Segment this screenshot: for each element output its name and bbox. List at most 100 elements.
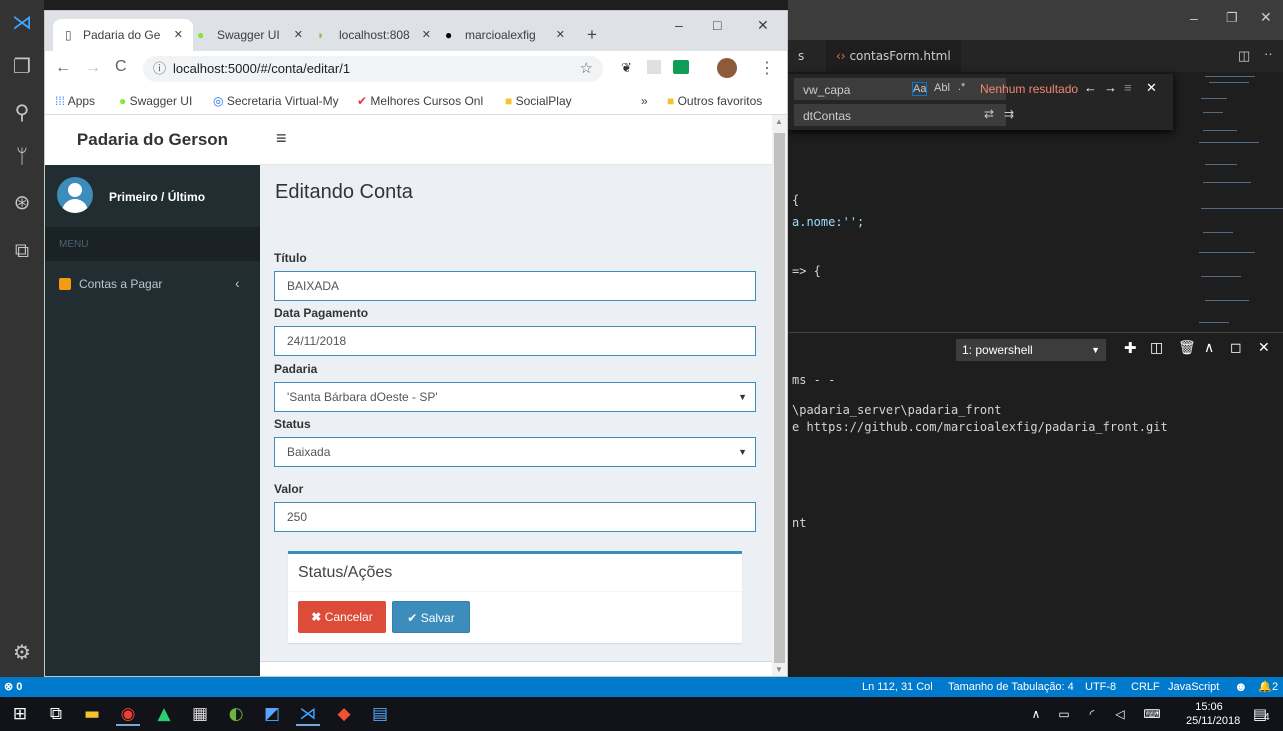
match-case-toggle[interactable]: Aa (912, 82, 928, 96)
replace-all-icon[interactable]: ⇉ (1004, 107, 1014, 121)
scrollbar-thumb[interactable] (774, 133, 785, 663)
bookmark-outros[interactable]: ■ Outros favoritos (667, 87, 762, 115)
editor-tab-left[interactable]: s (788, 40, 814, 72)
prev-match-icon[interactable]: ← (1084, 80, 1097, 95)
address-bar[interactable]: ⓘ localhost:5000/#/conta/editar/1 ☆ (143, 56, 603, 82)
bookmark-socialplay[interactable]: ■ SocialPlay (505, 87, 572, 115)
more-actions-icon[interactable]: ·· (1264, 46, 1273, 61)
git-icon[interactable]: ◆ (332, 702, 356, 726)
file-explorer-icon[interactable]: ▬ (80, 702, 104, 726)
bookmarks-overflow[interactable]: » (641, 87, 648, 115)
volume-icon[interactable]: ◁ (1108, 702, 1132, 726)
status-language[interactable]: JavaScript (1168, 677, 1219, 697)
status-tab-size[interactable]: Tamanho de Tabulação: 4 (948, 677, 1074, 697)
minimize-button[interactable]: – (675, 17, 683, 33)
valor-input[interactable]: 250 (274, 502, 756, 532)
split-terminal-icon[interactable]: ◫ (1150, 339, 1163, 356)
status-encoding[interactable]: UTF-8 (1085, 677, 1116, 697)
browser-tab-github[interactable]: ● marcioalexfig ✕ (439, 19, 573, 51)
close-tab-icon[interactable]: ✕ (174, 19, 183, 51)
toggle-panel-icon[interactable]: ◻ (1230, 339, 1242, 356)
keyboard-icon[interactable]: ⌨ (1140, 702, 1164, 726)
task-view-icon[interactable]: ⧉ (44, 702, 68, 726)
browser-tab-swagger[interactable]: ● Swagger UI ✕ (193, 19, 311, 51)
replace-input[interactable]: dtContas (794, 104, 1006, 126)
browser-tab-padaria[interactable]: ▯ Padaria do Ge ✕ (53, 19, 193, 51)
close-icon[interactable]: ✕ (1260, 9, 1272, 26)
explorer-icon[interactable]: ❐ (6, 50, 38, 82)
close-tab-icon[interactable]: ✕ (294, 19, 303, 51)
restore-icon[interactable]: ❐ (1226, 10, 1238, 26)
close-find-icon[interactable]: ✕ (1146, 80, 1157, 96)
clock[interactable]: 15:06 25/11/2018 (1186, 700, 1240, 728)
tray-chevron-icon[interactable]: ∧ (1024, 702, 1048, 726)
maximize-panel-icon[interactable]: ∧ (1204, 339, 1214, 356)
pdf-extension-icon[interactable] (647, 60, 661, 74)
status-select[interactable]: Baixada ▼ (274, 437, 756, 467)
replace-icon[interactable]: ⇄ (984, 107, 994, 121)
forward-icon[interactable]: → (85, 59, 101, 77)
close-window-button[interactable]: ✕ (757, 17, 769, 34)
battery-icon[interactable]: ▭ (1052, 702, 1076, 726)
bookmark-swagger[interactable]: ● Swagger UI (119, 87, 192, 115)
bookmark-secretaria[interactable]: ◎ Secretaria Virtual-My (213, 87, 339, 115)
titulo-input[interactable]: BAIXADA (274, 271, 756, 301)
scroll-down-icon[interactable]: ▼ (775, 665, 783, 674)
android-studio-icon[interactable]: ▲ (152, 702, 176, 726)
bookmark-apps[interactable]: ⁞⁞⁞ Apps (55, 87, 95, 115)
padaria-select[interactable]: 'Santa Bárbara dOeste - SP' ▼ (274, 382, 756, 412)
whole-word-toggle[interactable]: Abl (934, 82, 950, 94)
terminal-select[interactable]: 1: powershell ▼ (956, 339, 1106, 361)
problems-count[interactable]: ⊗ 0 (4, 677, 22, 697)
bell-icon[interactable]: 🔔 (1258, 677, 1272, 697)
wifi-icon[interactable]: ◜ (1080, 702, 1104, 726)
windows-start-icon[interactable]: ⊞ (8, 702, 32, 726)
editor-tab-contasform[interactable]: ‹› contasForm.html (826, 40, 961, 72)
search-icon[interactable]: ⚲ (6, 96, 38, 128)
extension-puzzle-icon[interactable]: ❦ (621, 60, 632, 76)
minimap[interactable] (1193, 72, 1283, 332)
back-icon[interactable]: ← (55, 59, 71, 77)
split-editor-icon[interactable]: ◫ (1238, 48, 1250, 64)
next-match-icon[interactable]: → (1104, 80, 1117, 95)
status-cursor-pos[interactable]: Ln 112, 31 Col (862, 677, 933, 697)
status-eol[interactable]: CRLF (1131, 677, 1160, 697)
settings-gear-icon[interactable]: ⚙ (6, 636, 38, 668)
sql-icon[interactable]: ◩ (260, 702, 284, 726)
cancel-button[interactable]: ✖ Cancelar (298, 601, 386, 633)
find-input[interactable]: vw_capa (794, 78, 1006, 100)
bookmark-star-icon[interactable]: ☆ (580, 56, 593, 82)
sidebar-item-contas[interactable]: Contas a Pagar ‹ (45, 271, 260, 297)
bookmark-cursos[interactable]: ✔ Melhores Cursos Onl (357, 87, 483, 115)
document-icon[interactable]: ▤ (368, 702, 392, 726)
page-scrollbar[interactable]: ▲ ▼ (772, 115, 787, 676)
profile-avatar[interactable] (717, 58, 737, 78)
source-control-icon[interactable]: ᛘ (6, 140, 38, 172)
new-terminal-icon[interactable]: ✚ (1124, 339, 1137, 357)
browser-tab-localhost[interactable]: ◗ localhost:808 ✕ (311, 19, 439, 51)
vscode-taskbar-icon[interactable]: ⋊ (296, 702, 320, 726)
close-tab-icon[interactable]: ✕ (422, 19, 431, 51)
data-pagamento-input[interactable]: 24/11/2018 (274, 326, 756, 356)
calculator-icon[interactable]: ▦ (188, 702, 212, 726)
minimize-icon[interactable]: – (1190, 10, 1198, 26)
debug-icon[interactable]: ⊛ (6, 186, 38, 218)
feedback-smiley-icon[interactable]: ☻ (1234, 677, 1248, 697)
save-button[interactable]: ✔ Salvar (392, 601, 470, 633)
menu-kebab-icon[interactable]: ⋮ (759, 58, 775, 78)
maximize-button[interactable]: □ (713, 17, 721, 33)
new-tab-button[interactable]: + (587, 25, 597, 45)
chrome-icon[interactable]: ◉ (116, 702, 140, 726)
find-in-selection-icon[interactable]: ≡ (1124, 80, 1132, 95)
app-brand[interactable]: Padaria do Gerson (45, 115, 260, 165)
regex-toggle[interactable]: .* (958, 81, 965, 93)
trash-icon[interactable]: 🗑 (1178, 339, 1196, 356)
spring-icon[interactable]: ◐ (224, 702, 248, 726)
reload-icon[interactable]: C (115, 58, 127, 76)
cors-extension-icon[interactable] (673, 60, 689, 74)
sidebar-toggle-icon[interactable]: ≡ (276, 128, 287, 149)
extensions-icon[interactable]: ⧉ (6, 234, 38, 266)
close-tab-icon[interactable]: ✕ (556, 19, 565, 51)
scroll-up-icon[interactable]: ▲ (775, 117, 783, 126)
close-panel-icon[interactable]: ✕ (1258, 339, 1270, 356)
